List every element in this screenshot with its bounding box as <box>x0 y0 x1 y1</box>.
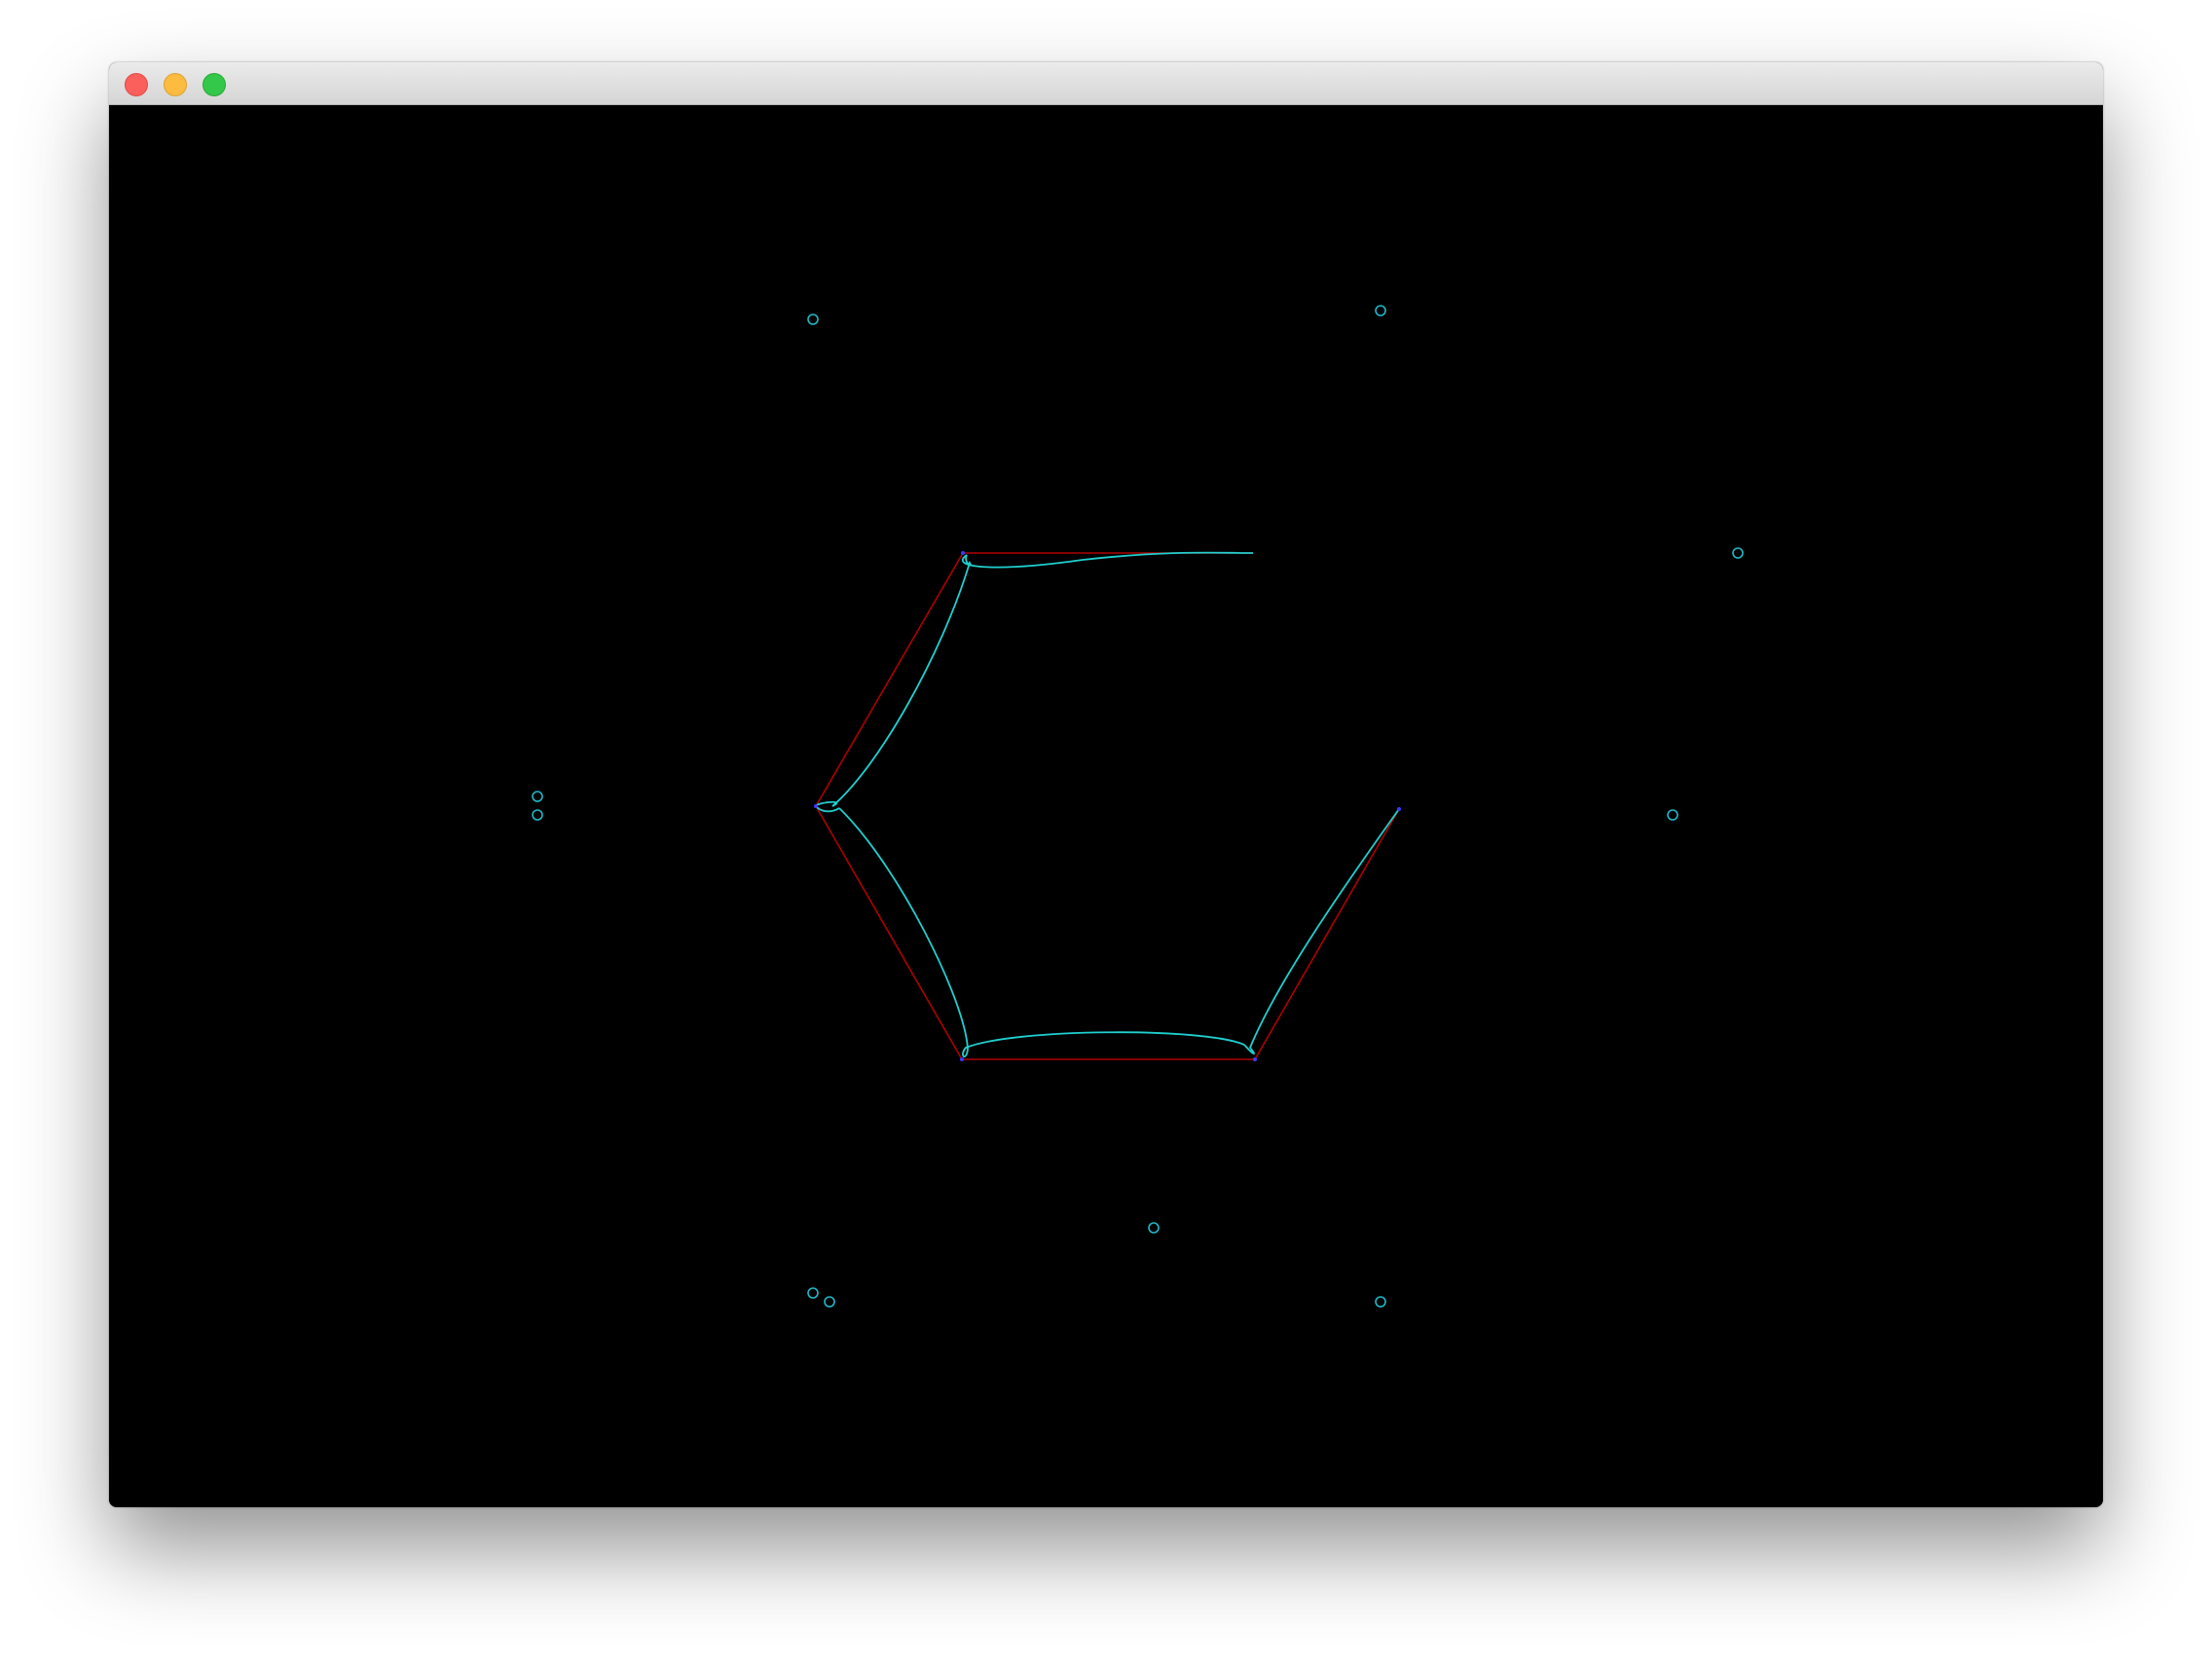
close-button[interactable] <box>125 73 148 96</box>
app-window <box>109 62 2103 1507</box>
title-bar[interactable] <box>109 62 2103 105</box>
vertex-dot <box>814 804 818 808</box>
minimize-button[interactable] <box>164 73 187 96</box>
vertex-dot <box>960 1057 964 1061</box>
canvas-background <box>109 105 2103 1507</box>
zoom-button[interactable] <box>203 73 226 96</box>
vertex-dot <box>961 551 965 555</box>
vertex-dot <box>1253 1057 1257 1061</box>
canvas-svg <box>109 105 2103 1507</box>
drawing-canvas[interactable] <box>109 105 2103 1507</box>
vertex-dot <box>1397 807 1401 811</box>
